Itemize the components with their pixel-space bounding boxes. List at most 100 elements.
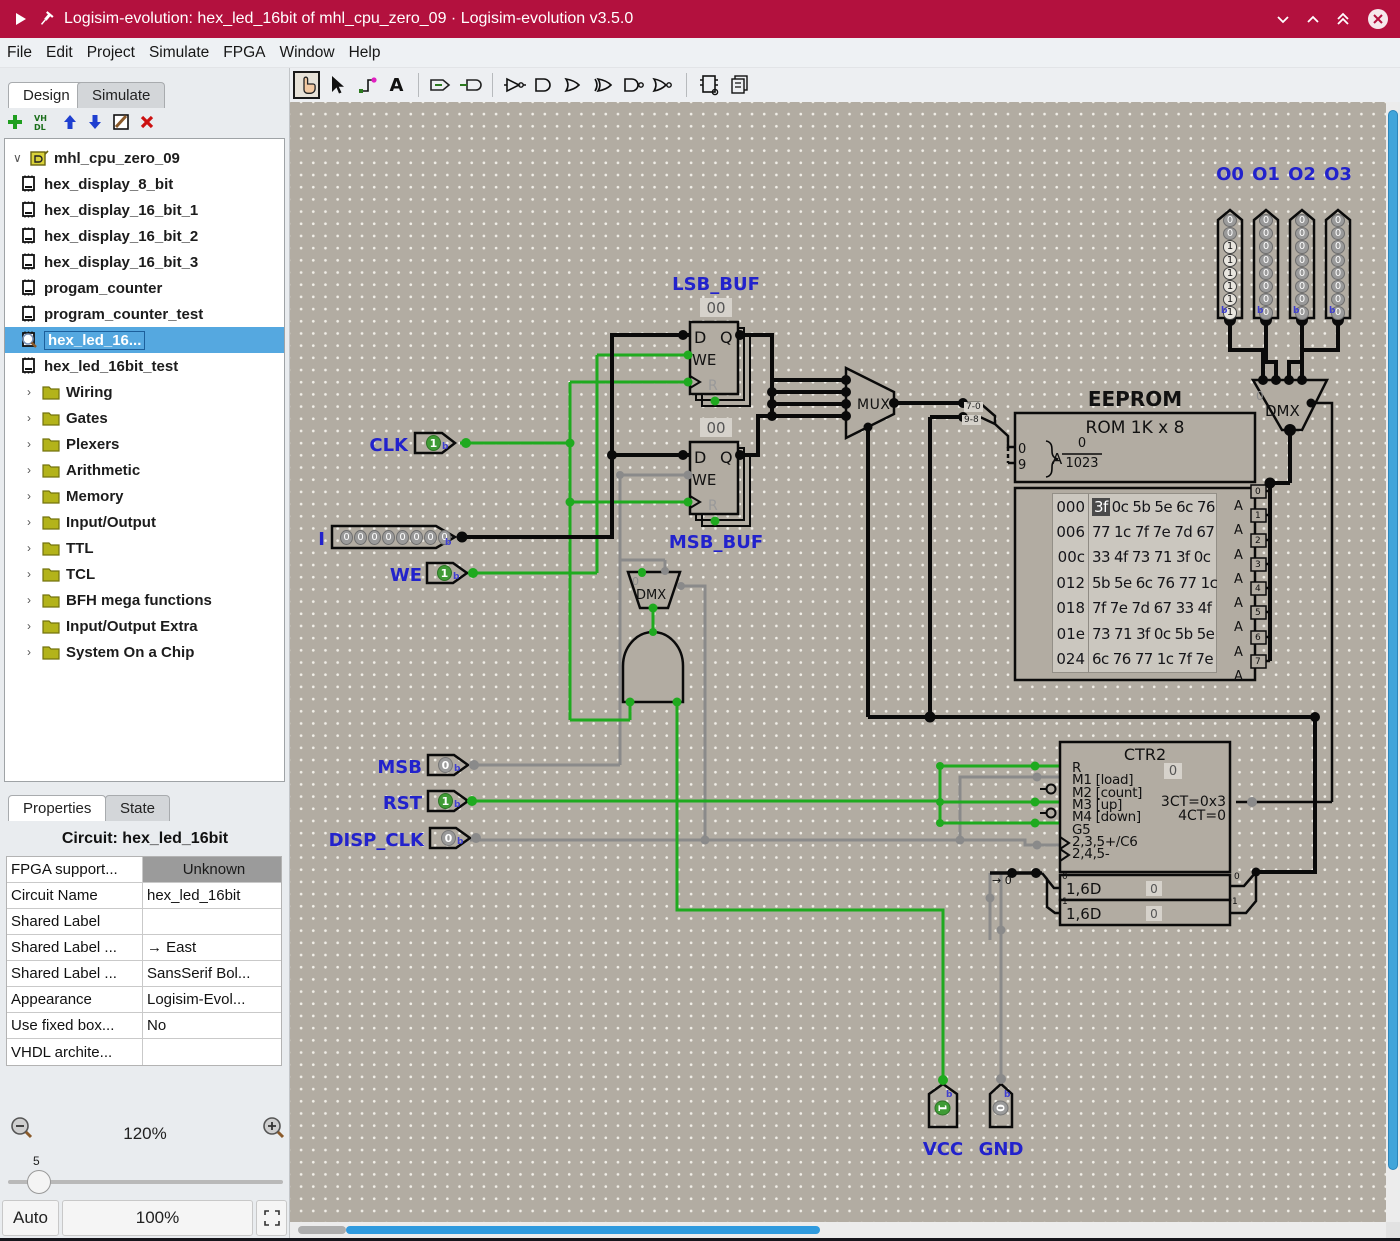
maximize-icon[interactable] <box>1336 12 1350 26</box>
msb-pin-value[interactable]: 0 <box>438 757 453 773</box>
input-pin-tool[interactable] <box>427 71 454 99</box>
menu-window[interactable]: Window <box>272 44 341 62</box>
tree-circuit[interactable]: progam_counter <box>5 275 284 301</box>
pin-icon[interactable] <box>38 11 54 27</box>
tree-library[interactable]: ›Input/Output Extra <box>5 613 284 639</box>
o0-pin-label[interactable]: O0 <box>1216 164 1244 185</box>
tree-library[interactable]: ›BFH mega functions <box>5 587 284 613</box>
tab-properties[interactable]: Properties <box>8 795 106 821</box>
i-pin-label[interactable]: I <box>318 529 325 550</box>
tab-design[interactable]: Design <box>8 82 85 108</box>
move-up-icon[interactable] <box>62 113 78 131</box>
wire-tool[interactable] <box>353 71 380 99</box>
move-down-icon[interactable] <box>87 113 103 131</box>
vertical-scrollbar-thumb[interactable] <box>1388 110 1398 1170</box>
poke-tool[interactable] <box>293 71 320 99</box>
xor-gate-tool[interactable] <box>591 71 618 99</box>
vcc-pin-label[interactable]: VCC <box>923 1139 963 1160</box>
or-gate-tool[interactable] <box>561 71 588 99</box>
nor-gate-tool[interactable] <box>651 71 678 99</box>
collapse-icon[interactable]: ∨ <box>13 151 27 165</box>
gnd-pin-label[interactable]: GND <box>979 1139 1024 1160</box>
eeprom-memory-table[interactable]: 0003f0c 5b 5e 6c 76 00677 1c 7f 7e 7d 67… <box>1052 493 1217 673</box>
circuit-canvas[interactable]: LSB_BUF MSB_BUF CLK I WE MSB RST DISP_CL… <box>290 102 1386 1222</box>
not-gate-tool[interactable] <box>501 71 528 99</box>
disp-clk-pin-label[interactable]: DISP_CLK <box>329 830 424 851</box>
rst-pin-value[interactable]: 1 <box>438 793 453 809</box>
clk-pin-value[interactable]: 1 <box>426 435 441 451</box>
tab-state[interactable]: State <box>105 795 170 821</box>
tree-library[interactable]: ›TCL <box>5 561 284 587</box>
tree-library[interactable]: ›TTL <box>5 535 284 561</box>
horizontal-scrollbar-thumb[interactable] <box>346 1226 820 1234</box>
menu-project[interactable]: Project <box>80 44 142 62</box>
msb-pin-label[interactable]: MSB <box>377 757 422 778</box>
tree-circuit[interactable]: program_counter_test <box>5 301 284 327</box>
zoom-slider-handle[interactable] <box>27 1170 51 1194</box>
tree-library[interactable]: ›Memory <box>5 483 284 509</box>
close-icon[interactable] <box>1366 7 1390 31</box>
disp-clk-pin-value[interactable]: 0 <box>441 830 456 846</box>
tree-circuit[interactable]: hex_display_8_bit <box>5 171 284 197</box>
horizontal-scrollbar[interactable] <box>290 1222 1386 1238</box>
dmx-right-label[interactable]: DMX <box>1265 402 1300 420</box>
add-circuit-tool[interactable] <box>695 71 722 99</box>
msb-register-value[interactable]: 00 <box>700 418 732 437</box>
tree-circuit[interactable]: hex_led_16bit_test <box>5 353 284 379</box>
add-circuit-icon[interactable] <box>6 113 24 131</box>
tree-circuit[interactable]: hex_display_16_bit_2 <box>5 223 284 249</box>
ctr2-value[interactable]: 0 <box>1164 763 1182 779</box>
tree-library[interactable]: ›Arithmetic <box>5 457 284 483</box>
edit-select-tool[interactable] <box>323 71 350 99</box>
lsb-buf-label[interactable]: LSB_BUF <box>672 274 760 295</box>
o2-pin-label[interactable]: O2 <box>1288 164 1316 185</box>
lsb-register-value[interactable]: 00 <box>700 298 732 317</box>
zoom-in-icon[interactable] <box>262 1116 286 1140</box>
delete-icon[interactable] <box>139 114 155 130</box>
o0-pin-bits[interactable]: 00111111 <box>1223 214 1237 320</box>
ctr2-d-value[interactable]: 0 <box>1146 906 1162 921</box>
menu-fpga[interactable]: FPGA <box>216 44 272 62</box>
tree-project[interactable]: ∨ mhl_cpu_zero_09 <box>5 145 284 171</box>
menu-help[interactable]: Help <box>342 44 388 62</box>
menu-edit[interactable]: Edit <box>39 44 80 62</box>
zoom-100-button[interactable]: 100% <box>62 1200 253 1236</box>
clk-pin-label[interactable]: CLK <box>369 435 408 456</box>
output-pin-tool[interactable] <box>457 71 484 99</box>
edit-appearance-icon[interactable] <box>112 113 130 131</box>
msb-buf-label[interactable]: MSB_BUF <box>669 532 763 553</box>
o3-pin-label[interactable]: O3 <box>1324 164 1352 185</box>
nand-gate-tool[interactable] <box>621 71 648 99</box>
fit-selection-button[interactable] <box>256 1200 287 1236</box>
text-tool[interactable]: A <box>383 71 410 99</box>
auto-button[interactable]: Auto <box>2 1200 59 1236</box>
tab-simulate[interactable]: Simulate <box>77 82 165 108</box>
tree-circuit[interactable]: hex_display_16_bit_1 <box>5 197 284 223</box>
tree-library[interactable]: ›Plexers <box>5 431 284 457</box>
minimize-icon[interactable] <box>1276 12 1290 26</box>
we-pin-label[interactable]: WE <box>390 565 422 586</box>
tree-circuit-selected[interactable]: hex_led_16... <box>5 327 284 353</box>
gnd-pin-value[interactable]: 0 <box>993 1101 1009 1116</box>
vhdl-icon[interactable]: VHDL <box>33 113 53 131</box>
o1-pin-bits[interactable]: 00000000 <box>1259 214 1273 320</box>
and-gate-tool[interactable] <box>531 71 558 99</box>
tree-library[interactable]: ›Gates <box>5 405 284 431</box>
mux-component-label[interactable]: MUX <box>857 397 890 413</box>
ctr2-d-value[interactable]: 0 <box>1146 881 1162 896</box>
i-pin-bits[interactable]: 00000000 <box>340 530 451 545</box>
eeprom-title[interactable]: EEPROM <box>1088 387 1182 411</box>
ctr2-title[interactable]: CTR2 <box>1124 745 1166 764</box>
appearance-tool[interactable] <box>725 71 752 99</box>
vcc-pin-value[interactable]: 1 <box>935 1101 951 1116</box>
o2-pin-bits[interactable]: 00000000 <box>1295 214 1309 320</box>
o1-pin-label[interactable]: O1 <box>1252 164 1280 185</box>
tree-library[interactable]: ›System On a Chip <box>5 639 284 665</box>
tree-library[interactable]: ›Wiring <box>5 379 284 405</box>
tree-library[interactable]: ›Input/Output <box>5 509 284 535</box>
menu-simulate[interactable]: Simulate <box>142 44 216 62</box>
o3-pin-bits[interactable]: 00000000 <box>1331 214 1345 320</box>
menu-file[interactable]: File <box>0 44 39 62</box>
dmx-mid-label[interactable]: DMX <box>636 588 666 603</box>
tree-circuit[interactable]: hex_display_16_bit_3 <box>5 249 284 275</box>
